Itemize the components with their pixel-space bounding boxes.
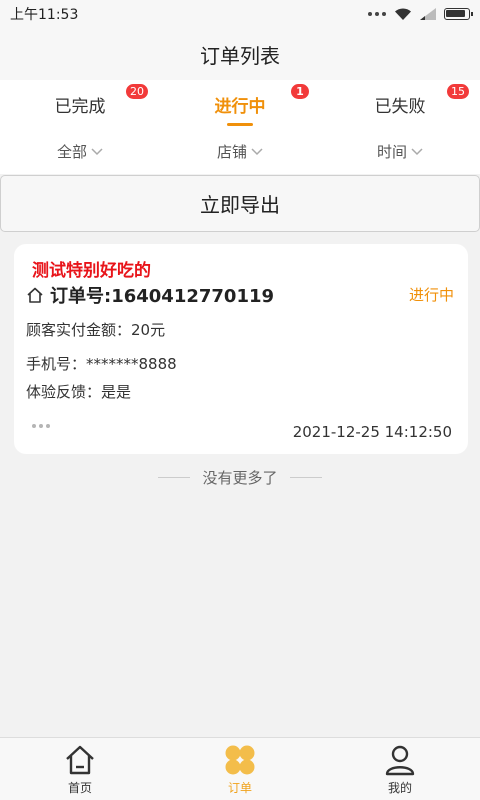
order-card[interactable]: 测试特别好吃的 订单号:1640412770119 进行中 顾客实付金额：20元… (14, 244, 468, 454)
filter-all[interactable]: 全部 (0, 128, 160, 174)
tab-active-indicator (227, 123, 253, 126)
customer-phone: 手机号：*******8888 (26, 355, 177, 373)
tab-completed-label: 已完成 (54, 96, 106, 117)
bottom-nav-profile-label: 我的 (387, 780, 412, 795)
order-time: 2021-12-25 14:12:50 (292, 423, 452, 441)
filter-all-label: 全部 (56, 142, 87, 161)
order-icon (225, 745, 255, 774)
page-title: 订单列表 (200, 43, 280, 68)
order-amount: 顾客实付金额：20元 (26, 321, 166, 339)
order-number: 订单号:1640412770119 (50, 286, 275, 307)
bottom-navigation: 首页 订单 我的 (0, 737, 480, 800)
filter-bar: 全部 店铺 时间 (0, 128, 480, 174)
order-status: 进行中 (408, 286, 454, 304)
filter-time-label: 时间 (376, 142, 407, 161)
wifi-icon (395, 8, 411, 20)
status-tabs: 已完成 20 进行中 1 已失败 15 (0, 80, 480, 128)
bottom-nav-orders[interactable]: 订单 (160, 738, 320, 800)
more-options-icon[interactable] (32, 424, 50, 428)
tab-failed-badge: 15 (447, 84, 469, 99)
experience-feedback: 体验反馈：是是 (26, 383, 132, 401)
chevron-down-icon (411, 148, 423, 156)
tab-failed-label: 已失败 (374, 96, 426, 117)
filter-shop-label: 店铺 (216, 142, 247, 161)
list-end-indicator: 没有更多了 (0, 466, 480, 488)
chevron-down-icon (251, 148, 263, 156)
export-button[interactable]: 立即导出 (0, 175, 480, 232)
tab-completed-badge: 20 (126, 84, 148, 99)
tab-failed[interactable]: 已失败 15 (320, 80, 480, 128)
bottom-nav-home-label: 首页 (67, 780, 92, 795)
signal-icon (420, 8, 436, 20)
home-icon (66, 745, 94, 774)
profile-icon (385, 745, 415, 775)
status-time: 上午11:53 (10, 7, 79, 23)
tab-in-progress-badge: 1 (291, 84, 309, 99)
bottom-nav-home[interactable]: 首页 (0, 738, 160, 800)
battery-icon (444, 8, 473, 20)
home-icon (27, 287, 43, 303)
status-icons (368, 7, 473, 21)
tab-completed[interactable]: 已完成 20 (0, 80, 160, 128)
list-end-text: 没有更多了 (202, 468, 278, 487)
notification-dots-icon (368, 12, 386, 16)
tab-in-progress-label: 进行中 (214, 96, 266, 117)
shop-name: 测试特别好吃的 (32, 261, 151, 281)
bottom-nav-profile[interactable]: 我的 (320, 738, 480, 800)
divider (158, 476, 191, 478)
status-bar: 上午11:53 (0, 0, 480, 28)
chevron-down-icon (91, 148, 103, 156)
order-number-row: 订单号:1640412770119 (26, 282, 274, 308)
filter-shop[interactable]: 店铺 (160, 128, 320, 174)
bottom-nav-orders-label: 订单 (227, 780, 252, 795)
tab-in-progress[interactable]: 进行中 1 (160, 80, 320, 128)
divider (289, 476, 322, 478)
filter-time[interactable]: 时间 (320, 128, 480, 174)
navigation-bar: 订单列表 (0, 28, 480, 80)
export-button-label: 立即导出 (200, 193, 280, 217)
